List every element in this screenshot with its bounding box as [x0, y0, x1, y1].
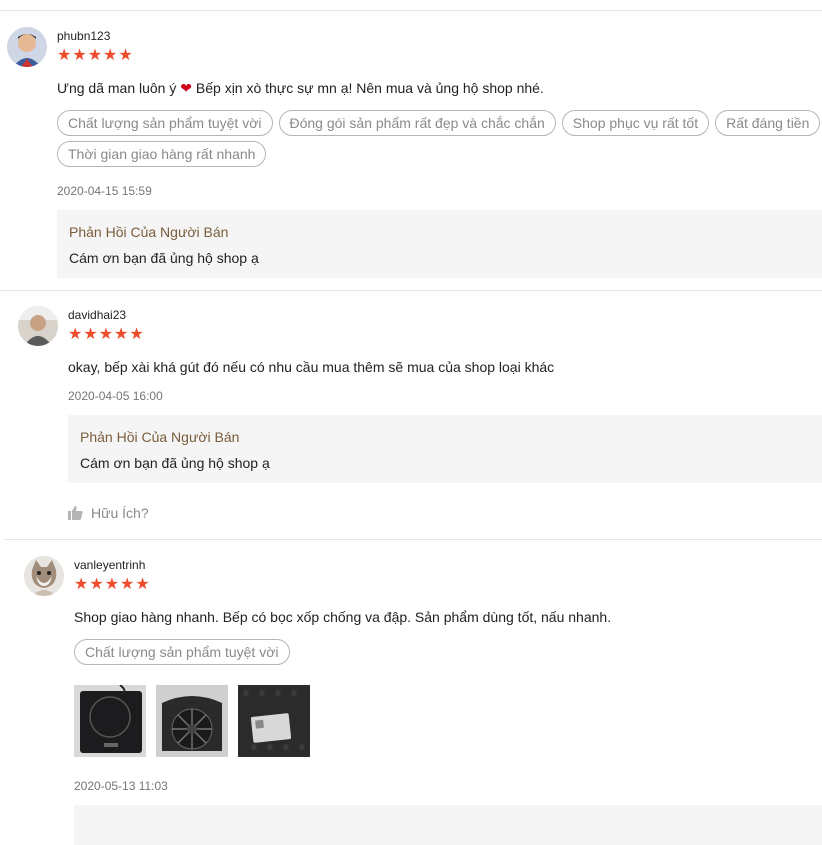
username[interactable]: davidhai23: [68, 308, 126, 322]
review-tag: Shop phục vụ rất tốt: [561, 110, 710, 136]
top-divider: [0, 10, 822, 11]
comment-text: Bếp xịn xò thực sự mn ạ! Nên mua và ủng …: [192, 80, 544, 96]
helpful-label: Hữu Ích?: [91, 505, 149, 521]
review-tag: Đóng gói sản phẩm rất đẹp và chắc chắn: [278, 110, 556, 136]
reply-title: Phản Hồi Của Người Bán: [69, 224, 229, 240]
rating-stars: ★★★★★: [68, 326, 145, 343]
review-date: 2020-04-05 16:00: [68, 389, 163, 403]
reply-text: Cám ơn bạn đã ủng hộ shop ạ: [69, 250, 259, 266]
review-photo[interactable]: [156, 685, 228, 757]
seller-reply: Phản Hồi Của Người Bán Cám ơn bạn đã ủng…: [57, 210, 822, 278]
reply-title: Phản Hồi Của Người Bán: [80, 429, 240, 445]
review-comment: okay, bếp xài khá gút đó nếu có nhu cầu …: [68, 359, 555, 375]
rating-stars: ★★★★★: [57, 47, 134, 64]
review-date: 2020-05-13 11:03: [74, 779, 168, 793]
review-tag: Chất lượng sản phẩm tuyệt vời: [74, 639, 290, 665]
review-tag: Chất lượng sản phẩm tuyệt vời: [57, 110, 273, 136]
review-tags: Chất lượng sản phẩm tuyệt vời Đóng gói sả…: [57, 110, 822, 136]
seller-reply: [74, 805, 822, 845]
helpful-button[interactable]: Hữu Ích?: [68, 505, 149, 521]
review-tags: Chất lượng sản phẩm tuyệt vời: [74, 639, 296, 665]
review-photo[interactable]: [74, 685, 146, 757]
review-tags: Thời gian giao hàng rất nhanh: [57, 141, 272, 167]
comment-text: Ưng dã man luôn ý: [57, 80, 181, 96]
review-date: 2020-04-15 15:59: [57, 184, 152, 198]
rating-stars: ★★★★★: [74, 576, 151, 593]
review-divider: [5, 539, 822, 540]
review-comment: Shop giao hàng nhanh. Bếp có bọc xốp chố…: [74, 609, 612, 625]
review-divider: [0, 290, 822, 291]
avatar[interactable]: [18, 306, 58, 346]
username[interactable]: phubn123: [57, 29, 110, 43]
review-tag: Thời gian giao hàng rất nhanh: [57, 141, 267, 167]
seller-reply: Phản Hồi Của Người Bán Cám ơn bạn đã ủng…: [68, 415, 822, 483]
review-photo[interactable]: [238, 685, 310, 757]
heart-icon: ❤: [180, 80, 192, 96]
thumbs-up-icon: [68, 506, 83, 520]
avatar[interactable]: [7, 27, 47, 67]
avatar[interactable]: [24, 556, 64, 596]
reply-text: Cám ơn bạn đã ủng hộ shop ạ: [80, 455, 270, 471]
username[interactable]: vanleyentrinh: [74, 558, 145, 572]
review-tag: Rất đáng tiền: [715, 110, 821, 136]
review-comment: Ưng dã man luôn ý ❤ Bếp xịn xò thực sự m…: [57, 80, 544, 97]
